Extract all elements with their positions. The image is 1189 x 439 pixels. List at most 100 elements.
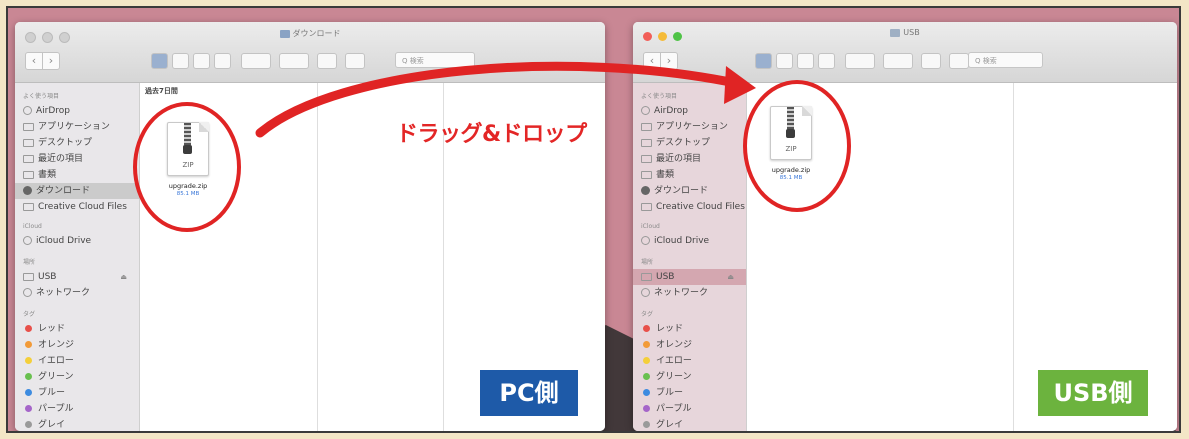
sidebar: よく使う項目 AirDrop アプリケーション デスクトップ 最近の項目書類ダウンロード… bbox=[633, 83, 747, 431]
group-button[interactable] bbox=[845, 53, 875, 69]
search-input[interactable]: Q 検索 bbox=[395, 52, 475, 68]
gear-icon[interactable] bbox=[279, 53, 309, 69]
sidebar-tag-item[interactable]: レッド bbox=[15, 321, 139, 337]
desktop-icon bbox=[641, 138, 652, 147]
sidebar-item[interactable]: iCloud Drive bbox=[633, 233, 746, 249]
sidebar-section-header: 場所 bbox=[23, 259, 36, 266]
sidebar-tag-item[interactable]: グレイ bbox=[15, 417, 139, 431]
sidebar-tag-item[interactable]: レッド bbox=[633, 321, 746, 337]
gallery-view-button[interactable] bbox=[214, 53, 231, 69]
sidebar-item-label: ネットワーク bbox=[654, 288, 709, 298]
back-button[interactable]: ‹ bbox=[644, 53, 660, 69]
back-button[interactable]: ‹ bbox=[26, 53, 42, 69]
gear-icon[interactable] bbox=[883, 53, 913, 69]
folder-icon bbox=[641, 202, 652, 211]
sidebar-item[interactable]: デスクトップ bbox=[633, 135, 746, 151]
airdrop-icon bbox=[641, 106, 650, 115]
sidebar-item[interactable]: 最近の項目 bbox=[15, 151, 139, 167]
pc-side-badge: PC側 bbox=[480, 370, 578, 416]
window-titlebar: USB ‹ › Q 検索 bbox=[633, 22, 1177, 83]
documents-icon bbox=[641, 170, 652, 179]
tag-color-icon bbox=[25, 357, 32, 364]
sidebar-tag-item[interactable]: パープル bbox=[15, 401, 139, 417]
sidebar-item-label: 書類 bbox=[38, 170, 57, 180]
downloads-icon bbox=[23, 186, 32, 195]
sidebar-item[interactable]: USB ⏏ bbox=[15, 269, 139, 285]
sidebar-tag-label: レッド bbox=[38, 324, 66, 334]
drive-icon bbox=[890, 28, 901, 37]
sidebar-tag-label: パープル bbox=[656, 404, 692, 414]
sidebar-tag-label: オレンジ bbox=[38, 340, 75, 350]
folder-icon bbox=[23, 202, 34, 211]
sidebar-item-label: 書類 bbox=[656, 170, 675, 180]
share-icon[interactable] bbox=[317, 53, 337, 69]
gallery-view-button[interactable] bbox=[818, 53, 835, 69]
eject-icon[interactable]: ⏏ bbox=[120, 269, 127, 285]
sidebar-item-label: アプリケーション bbox=[656, 122, 728, 132]
search-input[interactable]: Q 検索 bbox=[968, 52, 1043, 68]
sidebar-tag-item[interactable]: ブルー bbox=[633, 385, 746, 401]
share-icon[interactable] bbox=[921, 53, 941, 69]
sidebar-item[interactable]: AirDrop bbox=[633, 103, 746, 119]
sidebar-tag-item[interactable]: ブルー bbox=[15, 385, 139, 401]
sidebar-item[interactable]: Creative Cloud Files bbox=[633, 199, 746, 215]
sidebar-item[interactable]: 書類 bbox=[633, 167, 746, 183]
icon-view-button[interactable] bbox=[151, 53, 168, 69]
eject-icon[interactable]: ⏏ bbox=[727, 269, 734, 285]
tag-icon[interactable] bbox=[949, 53, 969, 69]
sidebar-tag-item[interactable]: グレイ bbox=[633, 417, 746, 431]
network-icon bbox=[641, 288, 650, 297]
sidebar-tag-item[interactable]: グリーン bbox=[633, 369, 746, 385]
sidebar-item-label: デスクトップ bbox=[656, 138, 711, 148]
sidebar-item[interactable]: ネットワーク bbox=[633, 285, 746, 301]
sidebar-section-header: よく使う項目 bbox=[641, 93, 678, 100]
sidebar: よく使う項目 AirDrop アプリケーション デスクトップ 最近の項目 書類 ダウンロード… bbox=[15, 83, 140, 431]
column-view-button[interactable] bbox=[797, 53, 814, 69]
tag-color-icon bbox=[643, 325, 650, 332]
tag-color-icon bbox=[25, 389, 32, 396]
forward-button[interactable]: › bbox=[660, 53, 677, 69]
sidebar-item[interactable]: アプリケーション bbox=[633, 119, 746, 135]
sidebar-item[interactable]: ネットワーク bbox=[15, 285, 139, 301]
sidebar-tag-item[interactable]: グリーン bbox=[15, 369, 139, 385]
drive-icon bbox=[641, 272, 652, 281]
sidebar-item-label: ネットワーク bbox=[36, 288, 91, 298]
sidebar-item[interactable]: ダウンロード bbox=[633, 183, 746, 199]
sidebar-tag-item[interactable]: イエロー bbox=[15, 353, 139, 369]
column-view-button[interactable] bbox=[193, 53, 210, 69]
sidebar-item[interactable]: デスクトップ bbox=[15, 135, 139, 151]
sidebar-tag-item[interactable]: イエロー bbox=[633, 353, 746, 369]
sidebar-tag-label: グレイ bbox=[38, 420, 66, 430]
column-divider bbox=[1013, 83, 1014, 431]
sidebar-item[interactable]: 最近の項目 bbox=[633, 151, 746, 167]
finder-window-usb: USB ‹ › Q 検索 よく使う項目 AirDrop アプリケーション デスクトップ… bbox=[633, 22, 1177, 431]
list-view-button[interactable] bbox=[776, 53, 793, 69]
recents-icon bbox=[23, 154, 34, 163]
tag-color-icon bbox=[643, 357, 650, 364]
sidebar-item[interactable]: アプリケーション bbox=[15, 119, 139, 135]
sidebar-item[interactable]: Creative Cloud Files bbox=[15, 199, 139, 215]
sidebar-tag-item[interactable]: オレンジ bbox=[633, 337, 746, 353]
sidebar-item[interactable]: ダウンロード bbox=[15, 183, 139, 199]
sidebar-item[interactable]: 書類 bbox=[15, 167, 139, 183]
forward-button[interactable]: › bbox=[42, 53, 59, 69]
sidebar-item-label: 最近の項目 bbox=[656, 154, 702, 164]
sidebar-item-label: Creative Cloud Files bbox=[38, 202, 127, 212]
cloud-icon bbox=[23, 236, 32, 245]
sidebar-item-label: Creative Cloud Files bbox=[656, 202, 745, 212]
sidebar-tag-label: グリーン bbox=[656, 372, 692, 382]
sidebar-item-label: AirDrop bbox=[36, 106, 71, 116]
sidebar-item[interactable]: iCloud Drive bbox=[15, 233, 139, 249]
sidebar-tag-item[interactable]: パープル bbox=[633, 401, 746, 417]
sidebar-item[interactable]: AirDrop bbox=[15, 103, 139, 119]
sidebar-tag-item[interactable]: オレンジ bbox=[15, 337, 139, 353]
window-title: USB bbox=[633, 28, 1177, 37]
tag-icon[interactable] bbox=[345, 53, 365, 69]
list-view-button[interactable] bbox=[172, 53, 189, 69]
sidebar-item-label: ダウンロード bbox=[36, 186, 91, 196]
usb-side-badge: USB側 bbox=[1038, 370, 1148, 416]
icon-view-button[interactable] bbox=[755, 53, 772, 69]
window-titlebar: ダウンロード ‹ › Q 検索 bbox=[15, 22, 605, 83]
group-button[interactable] bbox=[241, 53, 271, 69]
sidebar-item[interactable]: USB ⏏ bbox=[633, 269, 746, 285]
